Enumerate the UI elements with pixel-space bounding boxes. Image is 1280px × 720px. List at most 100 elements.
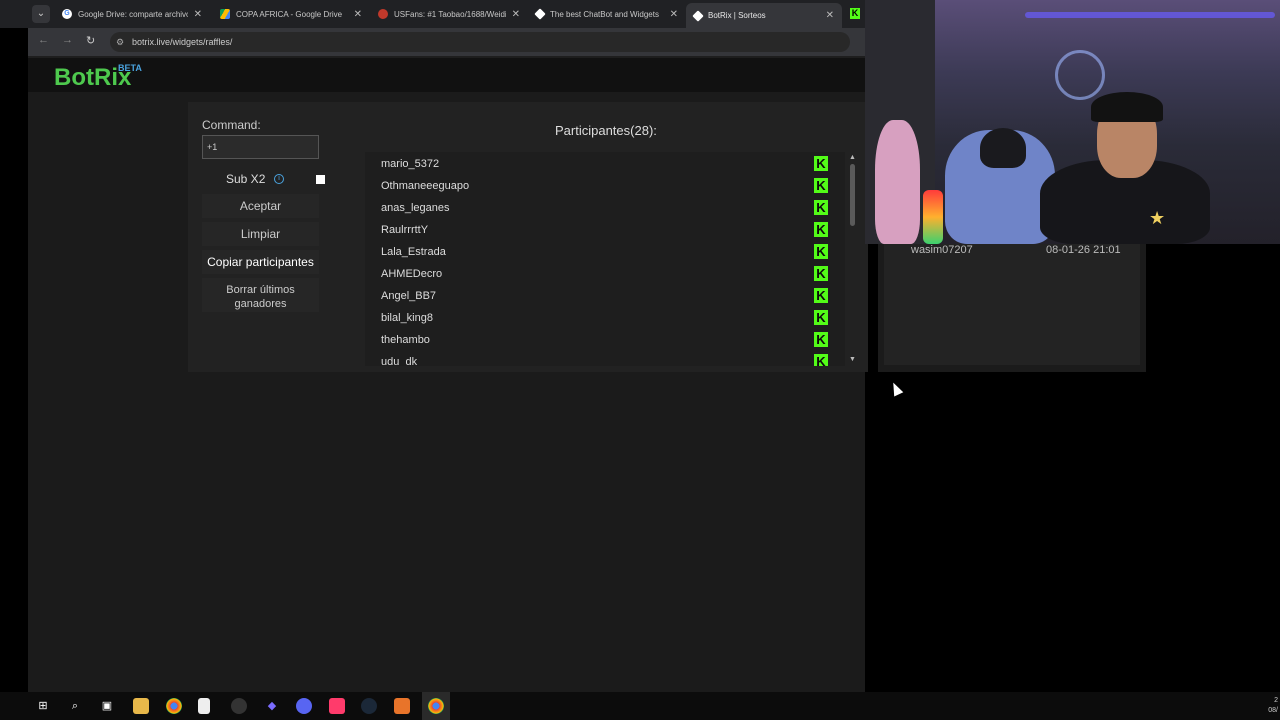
delete-last-winners-button[interactable]: Borrar últimos ganadores xyxy=(202,278,319,312)
list-item: udu_dk K xyxy=(365,351,835,366)
chrome-active-icon[interactable] xyxy=(428,698,444,714)
list-item: thehambo K xyxy=(365,329,835,351)
tab-search-button[interactable]: ⌄ xyxy=(32,5,50,23)
tab-usfans[interactable]: USFans: #1 Taobao/1688/Weidian ✕ xyxy=(370,3,528,25)
screen: ⌄ G Google Drive: comparte archivos ✕ CO… xyxy=(0,0,1280,720)
participant-name: thehambo xyxy=(381,334,430,346)
media-app-icon[interactable] xyxy=(329,698,345,714)
scrollbar-thumb[interactable] xyxy=(850,164,855,226)
winners-panel: wasim07207 08-01-26 21:01 xyxy=(878,240,1146,372)
taskbar: ⊞ ⌕ ▣ ◆ 2 08/ xyxy=(0,692,1280,720)
participant-name: AHMEDecro xyxy=(381,268,443,280)
close-icon[interactable]: ✕ xyxy=(512,9,520,20)
browser-window: ⌄ G Google Drive: comparte archivos ✕ CO… xyxy=(0,0,893,692)
participant-name: anas_leganes xyxy=(381,202,450,214)
microphone xyxy=(923,190,943,244)
participant-name: bilal_king8 xyxy=(381,312,433,324)
ring-light xyxy=(1055,50,1105,100)
list-item: Othmaneeeguapo K xyxy=(365,175,835,197)
list-item: bilal_king8 K xyxy=(365,307,835,329)
beanie xyxy=(980,128,1026,168)
sub-x2-label: Sub X2 xyxy=(226,172,266,186)
top-navigation: BotRix BETA xyxy=(28,58,865,92)
kick-tab-icon[interactable]: K xyxy=(850,8,860,19)
list-item: anas_leganes K xyxy=(365,197,835,219)
participants-list[interactable]: mario_5372 K Othmaneeeguapo K anas_leganes… xyxy=(365,152,845,366)
botrix-icon xyxy=(534,8,546,20)
close-icon[interactable]: ✕ xyxy=(670,9,678,20)
utility-app-icon[interactable] xyxy=(394,698,410,714)
kick-icon: K xyxy=(814,310,828,325)
tab-copa-africa[interactable]: COPA AFRICA - Google Drive ✕ xyxy=(212,3,370,25)
jacket xyxy=(875,120,920,244)
url-field[interactable]: ⚙ botrix.live/widgets/raffles/ xyxy=(110,32,850,52)
participants-title: Participantes(28): xyxy=(555,123,657,138)
led-strip xyxy=(1025,12,1275,18)
tab-title: COPA AFRICA - Google Drive xyxy=(236,9,343,19)
tab-google-drive[interactable]: G Google Drive: comparte archivos ✕ xyxy=(54,3,210,25)
clock[interactable]: 2 08/ xyxy=(1268,696,1278,716)
command-label: Command: xyxy=(202,118,261,132)
steam-icon[interactable] xyxy=(361,698,377,714)
clock-date: 08/ xyxy=(1268,707,1278,714)
winner-time: 08-01-26 21:01 xyxy=(1046,244,1121,256)
tab-title: USFans: #1 Taobao/1688/Weidian xyxy=(394,9,506,19)
reload-icon[interactable]: ↻ xyxy=(86,34,95,47)
clear-button[interactable]: Limpiar xyxy=(202,222,319,246)
page-content: BotRix BETA Command: Sub X2 i Aceptar Li… xyxy=(28,58,868,692)
tab-chatbot[interactable]: The best ChatBot and Widgets ✕ xyxy=(528,3,686,25)
participant-name: mario_5372 xyxy=(381,158,440,170)
close-icon[interactable]: ✕ xyxy=(194,9,202,20)
participant-name: Lala_Estrada xyxy=(381,246,446,258)
list-item: RaulrrrttY K xyxy=(365,219,835,241)
google-icon: G xyxy=(62,9,72,19)
kick-icon: K xyxy=(814,222,828,237)
forward-arrow-icon[interactable]: → xyxy=(62,34,73,46)
sub-x2-checkbox[interactable] xyxy=(316,175,325,184)
kick-icon: K xyxy=(814,178,828,193)
obs-icon[interactable] xyxy=(231,698,247,714)
back-arrow-icon[interactable]: ← xyxy=(38,34,49,46)
participant-name: Othmaneeeguapo xyxy=(381,180,470,192)
kick-icon: K xyxy=(814,266,828,281)
search-icon[interactable]: ⌕ xyxy=(67,698,83,714)
participant-name: Angel_BB7 xyxy=(381,290,437,302)
command-input[interactable] xyxy=(202,135,319,159)
close-icon[interactable]: ✕ xyxy=(826,10,834,21)
file-explorer-icon[interactable] xyxy=(133,698,149,714)
beta-badge: BETA xyxy=(118,63,142,73)
tab-title: Google Drive: comparte archivos xyxy=(78,9,188,19)
list-item: mario_5372 K xyxy=(365,153,835,175)
kick-icon: K xyxy=(814,156,828,171)
task-view-icon[interactable]: ▣ xyxy=(99,698,115,714)
list-item: Lala_Estrada K xyxy=(365,241,835,263)
copy-participants-button[interactable]: Copiar participantes xyxy=(202,250,319,274)
tab-botrix-sorteos[interactable]: BotRix | Sorteos ✕ xyxy=(686,3,842,28)
kick-icon: K xyxy=(814,200,828,215)
tab-strip: ⌄ G Google Drive: comparte archivos ✕ CO… xyxy=(0,0,893,28)
tab-title: BotRix | Sorteos xyxy=(708,11,766,20)
scroll-up-arrow-icon[interactable]: ▲ xyxy=(849,154,856,161)
winners-list: wasim07207 08-01-26 21:01 xyxy=(884,240,1140,365)
accept-button[interactable]: Aceptar xyxy=(202,194,319,218)
kick-icon: K xyxy=(814,288,828,303)
chrome-icon[interactable] xyxy=(166,698,182,714)
app-icon[interactable]: ◆ xyxy=(264,698,280,714)
botrix-icon xyxy=(692,9,704,22)
address-bar: ← → ↻ ⚙ botrix.live/widgets/raffles/ xyxy=(28,28,865,56)
site-info-icon[interactable]: ⚙ xyxy=(116,32,124,52)
notepad-icon[interactable] xyxy=(198,698,210,714)
scroll-down-arrow-icon[interactable]: ▼ xyxy=(849,356,856,363)
discord-icon[interactable] xyxy=(296,698,312,714)
tab-title: The best ChatBot and Widgets xyxy=(550,9,659,19)
windows-start-icon[interactable]: ⊞ xyxy=(35,698,51,714)
participant-name: udu_dk xyxy=(381,356,418,366)
raffle-panel: Command: Sub X2 i Aceptar Limpiar Copiar… xyxy=(188,102,868,372)
hair xyxy=(1091,92,1163,122)
close-icon[interactable]: ✕ xyxy=(354,9,362,20)
url-text: botrix.live/widgets/raffles/ xyxy=(132,37,233,47)
info-icon[interactable]: i xyxy=(274,174,284,184)
clock-time: 2 xyxy=(1274,697,1278,704)
mouse-cursor xyxy=(888,380,904,397)
kick-icon: K xyxy=(814,244,828,259)
